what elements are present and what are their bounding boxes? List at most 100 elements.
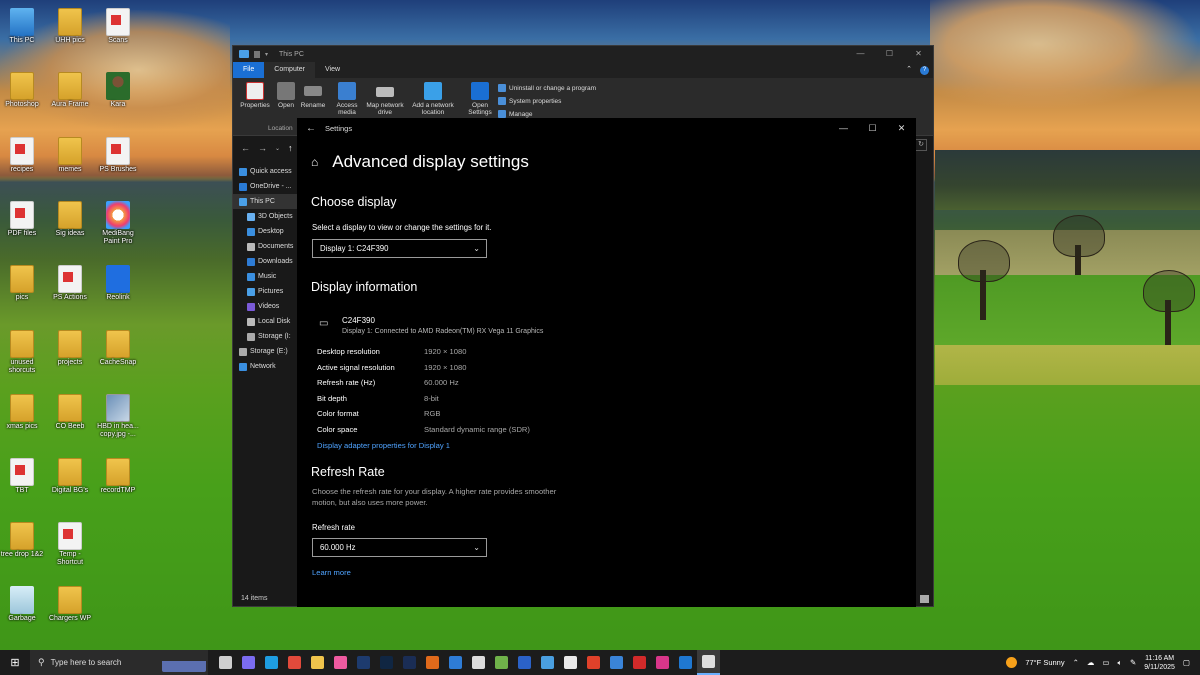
clock[interactable]: 11:16 AM 9/11/2025 [1144, 654, 1175, 672]
maximize-button[interactable]: ☐ [858, 118, 887, 138]
open-settings-button[interactable]: Open Settings [467, 82, 493, 116]
home-icon[interactable]: ⌂ [311, 155, 318, 169]
dropdown-arrow-icon[interactable]: ▾ [265, 51, 268, 58]
weather-text[interactable]: 77°F Sunny [1025, 658, 1064, 667]
desktop-icon[interactable]: CacheSnap [96, 330, 140, 367]
desktop-icon[interactable]: memes [48, 137, 92, 174]
learn-more-link[interactable]: Learn more [312, 568, 351, 577]
help-icon[interactable]: ? [916, 62, 933, 78]
volume-icon[interactable]: 🔈︎ [1117, 658, 1122, 668]
desktop-icon[interactable]: Aura Frame [48, 72, 92, 109]
tab-file[interactable]: File [233, 62, 265, 78]
taskbar-app-button[interactable] [306, 650, 329, 675]
uninstall-program-button[interactable]: Uninstall or change a program [498, 84, 596, 92]
desktop-icon[interactable]: TBT [0, 458, 44, 495]
open-button[interactable]: Open [275, 82, 297, 109]
sidebar-item[interactable]: Storage (I: [233, 329, 297, 344]
collapse-ribbon-icon[interactable]: ⌃ [902, 62, 916, 78]
back-arrow-icon[interactable]: ← [297, 123, 325, 134]
taskbar-app-button[interactable] [214, 650, 237, 675]
access-media-button[interactable]: Access media [334, 82, 360, 116]
taskbar-search[interactable]: ⚲ Type here to search [30, 650, 208, 675]
recent-dropdown-icon[interactable]: ⌄ [275, 145, 280, 152]
sidebar-item[interactable]: Desktop [233, 224, 297, 239]
sidebar-item[interactable]: Videos [233, 299, 297, 314]
desktop-icon[interactable]: xmas pics [0, 394, 44, 431]
desktop-icon[interactable]: pics [0, 265, 44, 302]
forward-arrow-icon[interactable]: → [258, 143, 267, 153]
sidebar-item[interactable]: Downloads [233, 254, 297, 269]
close-button[interactable]: ✕ [904, 46, 933, 62]
taskbar-app-button[interactable] [421, 650, 444, 675]
system-properties-button[interactable]: System properties [498, 97, 561, 105]
sidebar-item[interactable]: This PC [233, 194, 297, 209]
taskbar-app-button[interactable] [513, 650, 536, 675]
sidebar-item[interactable]: Documents [233, 239, 297, 254]
taskbar-app-button[interactable] [674, 650, 697, 675]
desktop-icon[interactable]: Chargers WP [48, 586, 92, 623]
desktop-icon[interactable]: recipes [0, 137, 44, 174]
taskbar-app-button[interactable] [559, 650, 582, 675]
map-network-drive-button[interactable]: Map network drive [362, 82, 408, 116]
add-network-location-button[interactable]: Add a network location [408, 82, 458, 116]
desktop-icon[interactable]: HBD in hea... copy.jpg -... [96, 394, 140, 439]
taskbar-app-button[interactable] [444, 650, 467, 675]
properties-button[interactable]: Properties [237, 82, 273, 109]
taskbar-app-button[interactable] [352, 650, 375, 675]
taskbar-app-button[interactable] [605, 650, 628, 675]
rename-button[interactable]: Rename [299, 82, 327, 109]
maximize-button[interactable]: ☐ [875, 46, 904, 62]
tab-view[interactable]: View [315, 62, 350, 78]
desktop-icon[interactable]: Digital BG's [48, 458, 92, 495]
settings-window[interactable]: ← Settings — ☐ ✕ ⌂ Advanced display sett… [297, 118, 916, 607]
details-view-icon[interactable] [920, 595, 929, 603]
taskbar-app-button[interactable] [375, 650, 398, 675]
refresh-rate-select[interactable]: 60.000 Hz ⌄ [312, 538, 487, 557]
taskbar-app-button[interactable] [490, 650, 513, 675]
desktop-icon[interactable]: unused shorcuts [0, 330, 44, 375]
taskbar-app-button[interactable] [467, 650, 490, 675]
sidebar-item[interactable]: Network [233, 359, 297, 374]
tab-computer[interactable]: Computer [264, 62, 316, 78]
sidebar-item[interactable]: OneDrive - ... [233, 179, 297, 194]
display-select[interactable]: Display 1: C24F390 ⌄ [312, 239, 487, 258]
desktop-icon[interactable]: Temp - Shortcut [48, 522, 92, 567]
back-arrow-icon[interactable]: ← [241, 143, 250, 153]
sidebar-item[interactable]: Music [233, 269, 297, 284]
sidebar-item[interactable]: Pictures [233, 284, 297, 299]
refresh-icon[interactable]: ↻ [915, 139, 927, 151]
minimize-button[interactable]: — [846, 46, 875, 62]
taskbar-app-button[interactable] [283, 650, 306, 675]
manage-button[interactable]: Manage [498, 110, 533, 118]
desktop-icon[interactable]: Kara [96, 72, 140, 109]
taskbar-app-button[interactable] [536, 650, 559, 675]
desktop-icon[interactable]: tree drop 1&2 [0, 522, 44, 559]
desktop-icon[interactable]: Reolink [96, 265, 140, 302]
desktop-icon[interactable]: PS Brushes [96, 137, 140, 174]
desktop-icon[interactable]: Photoshop [0, 72, 44, 109]
taskbar-app-button[interactable] [260, 650, 283, 675]
cloud-icon[interactable]: ☁ [1087, 658, 1095, 667]
sunny-weather-icon[interactable] [1006, 657, 1018, 668]
taskbar-app-button[interactable] [651, 650, 674, 675]
up-arrow-icon[interactable]: ↑ [288, 143, 293, 153]
settings-titlebar[interactable]: ← Settings — ☐ ✕ [297, 118, 916, 138]
taskbar-app-button[interactable] [628, 650, 651, 675]
taskbar-app-button[interactable] [582, 650, 605, 675]
display-adapter-link[interactable]: Display adapter properties for Display 1 [317, 441, 450, 450]
network-icon[interactable]: ▭ [1102, 658, 1109, 667]
windows-start-icon[interactable]: ⊞ [0, 656, 30, 669]
desktop-icon[interactable]: PS Actions [48, 265, 92, 302]
taskbar-app-button[interactable] [697, 650, 720, 675]
notifications-icon[interactable]: ▢ [1183, 658, 1190, 667]
taskbar-app-button[interactable] [398, 650, 421, 675]
desktop-icon[interactable]: This PC [0, 8, 44, 45]
desktop-icon[interactable]: MediBang Paint Pro [96, 201, 140, 246]
sidebar-item[interactable]: 3D Objects [233, 209, 297, 224]
quick-access-toolbar-icon[interactable] [254, 50, 260, 58]
desktop-icon[interactable]: CO Beeb [48, 394, 92, 431]
explorer-titlebar[interactable]: ▾ This PC — ☐ ✕ [233, 46, 933, 62]
desktop-icon[interactable]: PDF files [0, 201, 44, 238]
sidebar-item[interactable]: Quick access [233, 164, 297, 179]
desktop-icon[interactable]: UHH pics [48, 8, 92, 45]
